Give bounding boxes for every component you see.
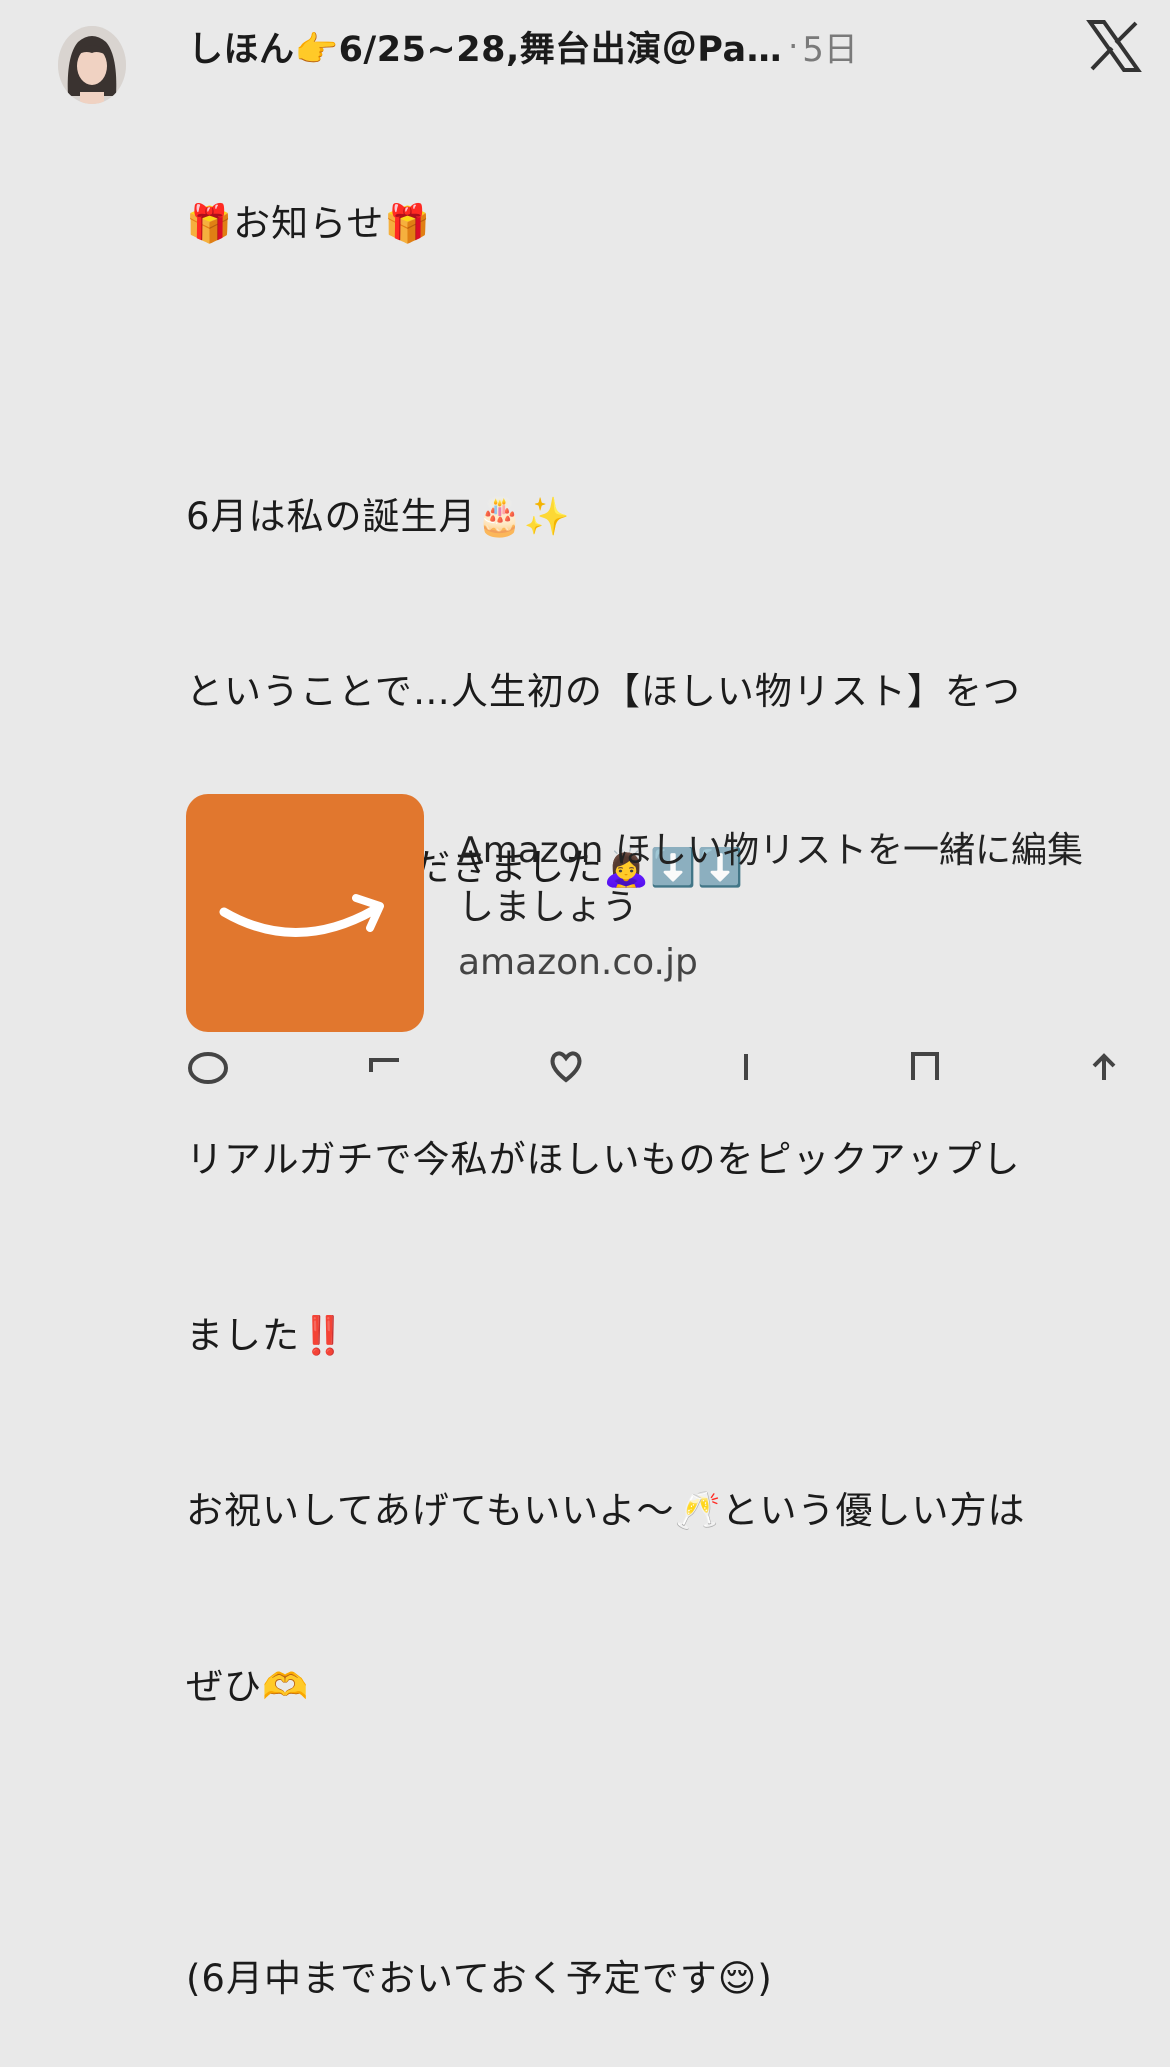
views-icon[interactable] [724,1046,768,1086]
bookmark-icon[interactable] [903,1046,947,1086]
post-time[interactable]: 5日 [802,22,858,71]
action-bar [186,1046,1126,1084]
post-line: 6月は私の誕生月🎂✨ [186,494,571,538]
link-card-domain: amazon.co.jp [458,942,698,983]
share-icon[interactable] [1082,1046,1126,1086]
avatar[interactable] [58,26,126,104]
x-logo-icon[interactable] [1086,20,1142,72]
like-icon[interactable] [544,1046,588,1086]
post-line: 🎁お知らせ🎁 [186,202,432,245]
post-line: ということで…人生初の【ほしい物リスト】をつ [186,670,1021,713]
post-line: (6月中までおいておく予定です😌) [186,1957,773,2000]
post-header: しほん👉6/25~28,舞台出演＠Pa… · 5日 [188,18,858,74]
author-name[interactable]: しほん👉6/25~28,舞台出演＠Pa… [188,21,782,72]
link-card[interactable]: Amazon ほしい物リストを一緒に編集しましょう amazon.co.jp [186,794,1126,1034]
reply-icon[interactable] [186,1046,230,1086]
post-line: ました‼️ [186,1313,348,1357]
amazon-logo-icon [186,794,424,1032]
separator: · [788,27,799,65]
post-line: ぜひ🫶 [186,1664,310,1708]
repost-icon[interactable] [365,1046,409,1086]
link-card-title: Amazon ほしい物リストを一緒に編集しましょう [458,830,1083,928]
post-line: お祝いしてあげてもいいよ〜🥂という優しい方は [186,1489,1026,1532]
post-line: リアルガチで今私がほしいものをピックアップし [186,1138,1021,1181]
